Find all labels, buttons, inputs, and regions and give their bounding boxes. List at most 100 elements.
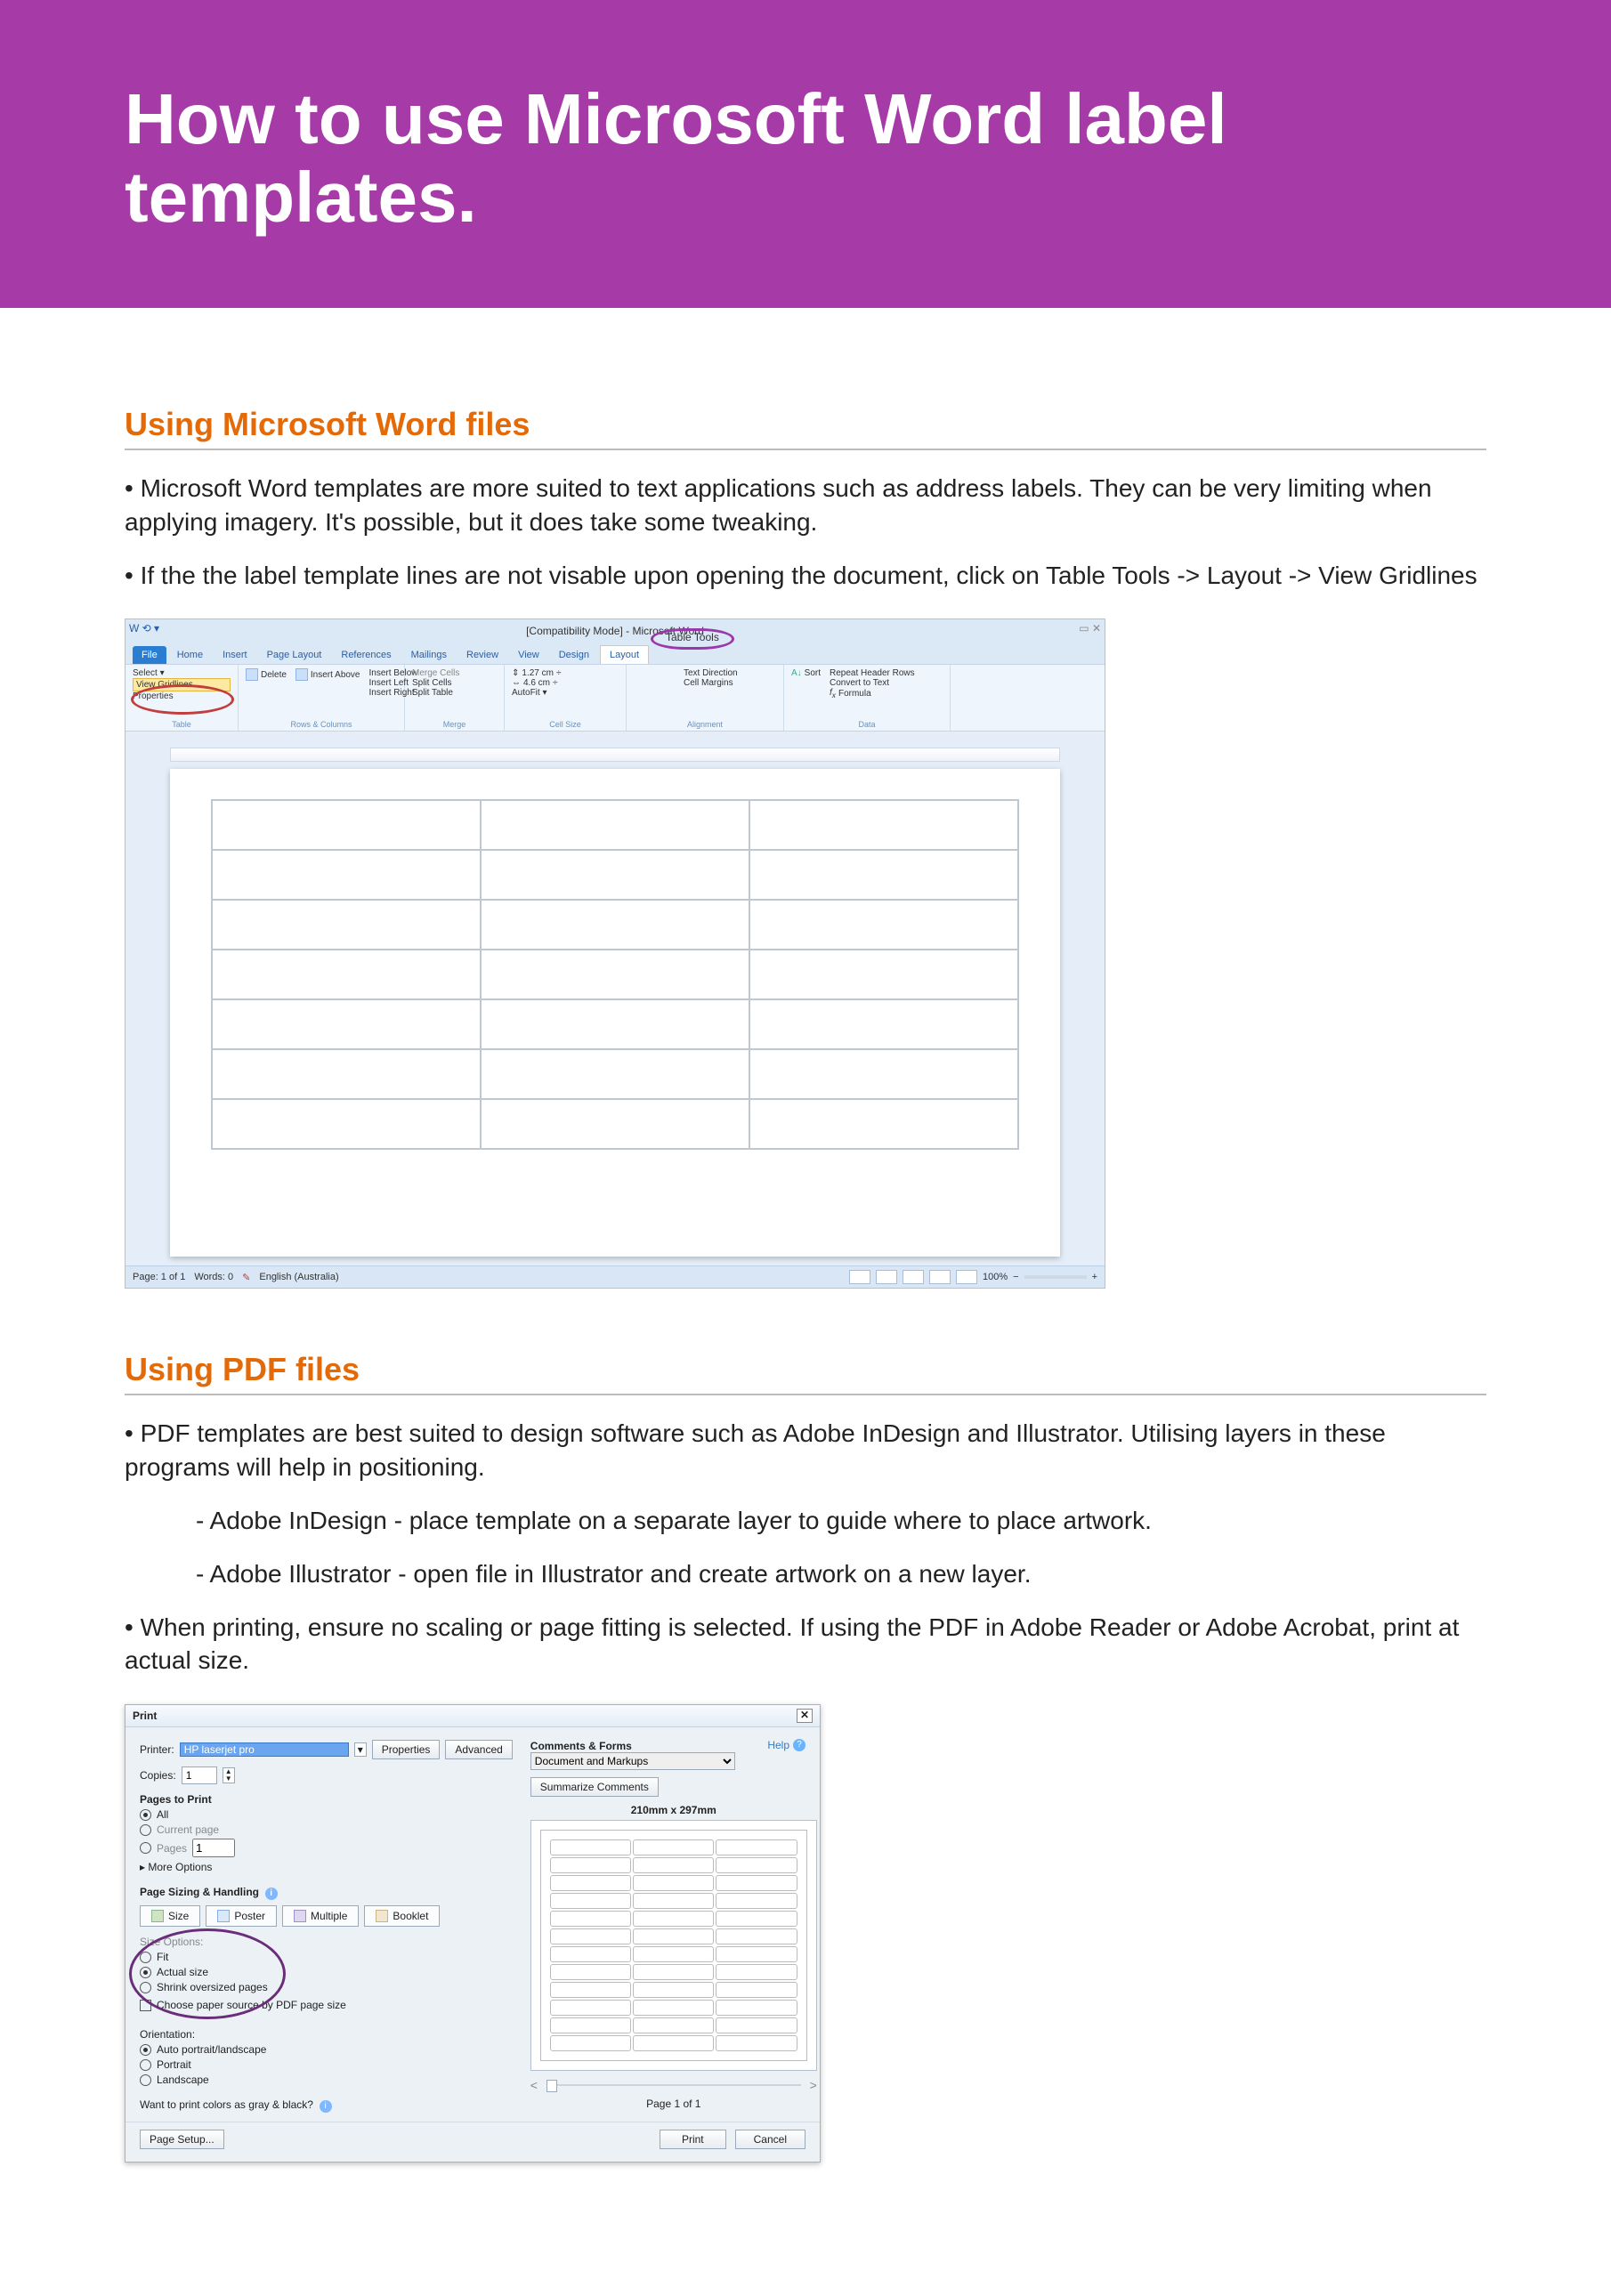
tab-multiple[interactable]: Multiple: [282, 1905, 359, 1927]
tab-poster[interactable]: Poster: [206, 1905, 277, 1927]
radio-portrait[interactable]: Portrait: [140, 2058, 513, 2071]
radio-dot-icon: [140, 1824, 151, 1836]
fld-col-width[interactable]: ⇔ 4.6 cm ÷: [512, 678, 619, 688]
sub-para: - Adobe Illustrator - open file in Illus…: [125, 1557, 1486, 1591]
cmd-formula[interactable]: fx Formula: [830, 688, 915, 699]
tab-size[interactable]: Size: [140, 1905, 200, 1927]
cmd-repeat-header[interactable]: Repeat Header Rows: [830, 668, 915, 678]
spellcheck-icon[interactable]: ✎: [242, 1272, 250, 1283]
view-outline-icon[interactable]: [929, 1270, 951, 1284]
cmd-text-direction[interactable]: Text Direction: [684, 668, 738, 678]
dropdown-arrow-icon[interactable]: ▾: [354, 1742, 367, 1757]
info-icon[interactable]: i: [320, 2100, 332, 2113]
print-button[interactable]: Print: [660, 2130, 726, 2149]
ribbon-tabs: File Home Insert Page Layout References …: [125, 643, 1105, 664]
cmd-split-cells[interactable]: Split Cells: [412, 678, 497, 688]
copies-label: Copies:: [140, 1769, 176, 1782]
zoom-in-icon[interactable]: +: [1092, 1272, 1097, 1282]
advanced-button[interactable]: Advanced: [445, 1740, 512, 1759]
status-page: Page: 1 of 1: [133, 1272, 185, 1282]
summarize-button[interactable]: Summarize Comments: [530, 1777, 659, 1797]
insert-above-icon: [295, 668, 308, 681]
para: • Microsoft Word templates are more suit…: [125, 472, 1486, 539]
cmd-split-table[interactable]: Split Table: [412, 688, 497, 698]
zoom-out-icon[interactable]: −: [1013, 1272, 1018, 1282]
view-fullscreen-icon[interactable]: [876, 1270, 897, 1284]
cmd-delete[interactable]: Delete: [246, 668, 287, 681]
more-options-toggle[interactable]: ▸ More Options: [140, 1861, 513, 1873]
cmd-insert-above[interactable]: Insert Above: [295, 668, 360, 681]
status-lang[interactable]: English (Australia): [259, 1272, 338, 1282]
radio-auto-orient[interactable]: Auto portrait/landscape: [140, 2043, 513, 2056]
tab-home[interactable]: Home: [168, 646, 212, 664]
tab-layout[interactable]: Layout: [600, 645, 649, 664]
spinner-icon[interactable]: ▲▼: [223, 1767, 235, 1783]
view-draft-icon[interactable]: [956, 1270, 977, 1284]
tab-review[interactable]: Review: [457, 646, 507, 664]
properties-button[interactable]: Properties: [372, 1740, 441, 1759]
para: • If the the label template lines are no…: [125, 559, 1486, 593]
group-label: Merge: [412, 720, 497, 729]
annotation-circle-gridlines: [131, 684, 234, 715]
word-screenshot: W ⟲ ▾ [Compatibility Mode] - Microsoft W…: [125, 618, 1105, 1289]
cmd-autofit[interactable]: AutoFit ▾: [512, 688, 619, 698]
pages-input[interactable]: [192, 1839, 235, 1857]
cmd-convert-text[interactable]: Convert to Text: [830, 678, 915, 688]
close-icon[interactable]: ✕: [797, 1709, 813, 1723]
cmd-sort[interactable]: A↓Sort: [791, 668, 821, 678]
window-controls[interactable]: ▭ ✕: [1079, 622, 1101, 635]
copies-input[interactable]: [182, 1766, 217, 1784]
handling-tabs: Size Poster Multiple Booklet: [140, 1905, 513, 1927]
tab-insert[interactable]: Insert: [214, 646, 256, 664]
cancel-button[interactable]: Cancel: [735, 2130, 806, 2149]
radio-all[interactable]: All: [140, 1808, 513, 1821]
group-label: Table: [133, 720, 231, 729]
next-page-icon[interactable]: >: [810, 2078, 817, 2092]
cmd-cell-margins[interactable]: Cell Margins: [684, 678, 738, 688]
tab-booklet[interactable]: Booklet: [364, 1905, 440, 1927]
view-print-layout-icon[interactable]: [849, 1270, 870, 1284]
dialog-titlebar: Print ✕: [125, 1705, 820, 1727]
radio-pages[interactable]: Pages: [140, 1839, 513, 1857]
prev-page-icon[interactable]: <: [530, 2078, 538, 2092]
view-web-icon[interactable]: [903, 1270, 924, 1284]
radio-dot-icon: [140, 1842, 151, 1854]
status-words: Words: 0: [194, 1272, 233, 1282]
print-preview: [530, 1820, 817, 2071]
help-link[interactable]: Help?: [767, 1739, 806, 1751]
comments-select[interactable]: Document and Markups: [530, 1752, 735, 1770]
alignment-grid[interactable]: [634, 668, 675, 704]
label-grid: [211, 799, 1019, 1150]
zoom-value: 100%: [983, 1272, 1008, 1282]
radio-landscape[interactable]: Landscape: [140, 2074, 513, 2086]
page-slider[interactable]: [546, 2080, 557, 2092]
page: How to use Microsoft Word label template…: [0, 0, 1611, 2296]
table-tools-callout: Table Tools: [651, 628, 734, 650]
info-icon[interactable]: i: [265, 1888, 278, 1900]
rule: [125, 1394, 1486, 1395]
content: Using Microsoft Word files • Microsoft W…: [0, 308, 1611, 2296]
printer-label: Printer:: [140, 1743, 174, 1756]
word-canvas: [125, 732, 1105, 1265]
radio-dot-icon: [140, 1809, 151, 1821]
printer-select[interactable]: HP laserjet pro: [180, 1742, 349, 1757]
page-setup-button[interactable]: Page Setup...: [140, 2130, 224, 2149]
booklet-icon: [376, 1910, 388, 1922]
orientation-heading: Orientation:: [140, 2028, 513, 2041]
tab-file[interactable]: File: [133, 646, 166, 664]
gray-question: Want to print colors as gray & black? i: [140, 2098, 513, 2113]
fld-row-height[interactable]: ⇕ 1.27 cm ÷: [512, 668, 619, 678]
dialog-footer: Page Setup... Print Cancel: [125, 2122, 820, 2162]
zoom-slider[interactable]: [1024, 1275, 1087, 1279]
radio-current[interactable]: Current page: [140, 1823, 513, 1836]
tab-page-layout[interactable]: Page Layout: [258, 646, 331, 664]
tab-references[interactable]: References: [332, 646, 400, 664]
tab-design[interactable]: Design: [550, 646, 598, 664]
pages-heading: Pages to Print: [140, 1793, 513, 1806]
ribbon: Select ▾ View Gridlines Properties Table…: [125, 664, 1105, 732]
tab-mailings[interactable]: Mailings: [402, 646, 456, 664]
tab-view[interactable]: View: [509, 646, 548, 664]
cmd-select[interactable]: Select ▾: [133, 668, 231, 678]
size-icon: [151, 1910, 164, 1922]
cmd-merge-cells[interactable]: Merge Cells: [412, 668, 497, 678]
